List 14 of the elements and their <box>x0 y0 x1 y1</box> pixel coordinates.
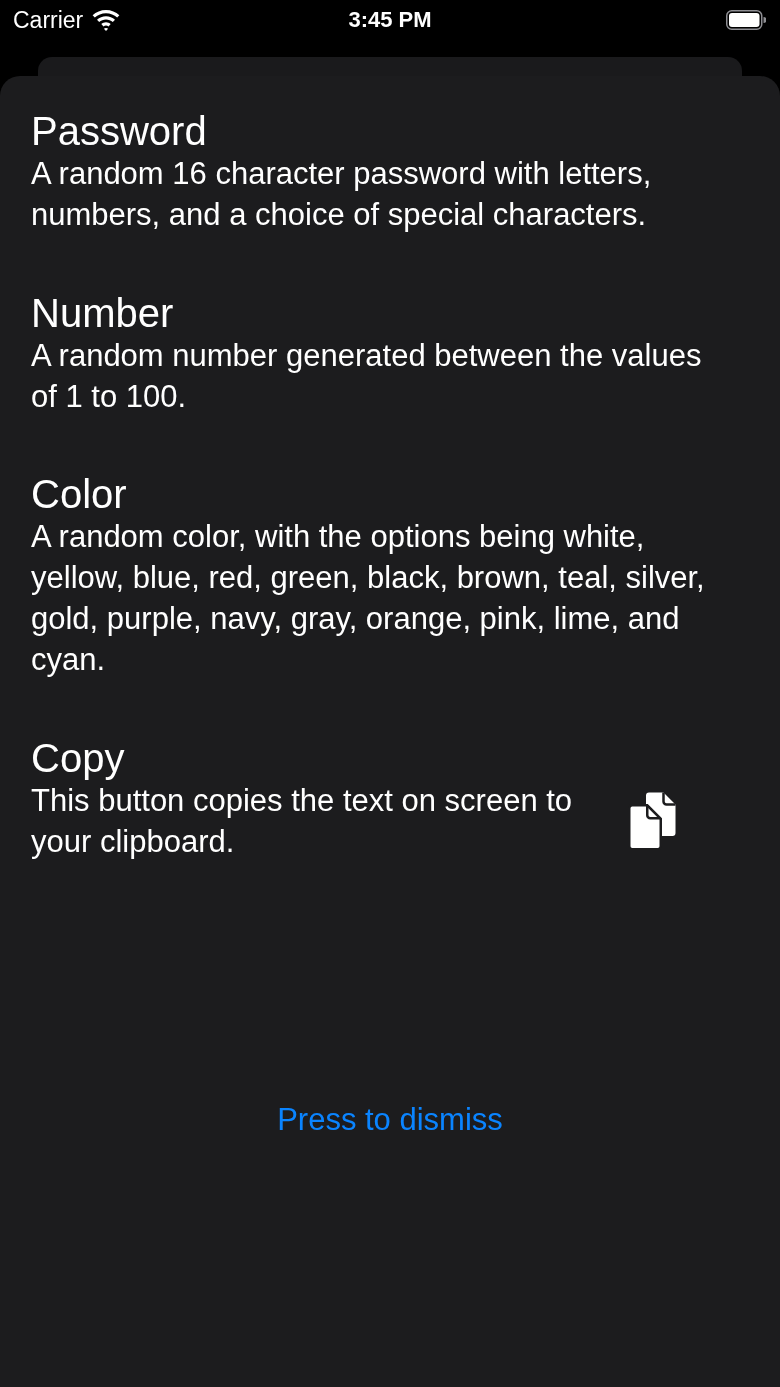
dismiss-button[interactable]: Press to dismiss <box>277 1099 503 1140</box>
section-description: A random 16 character password with letters, numbers, and a choice of special characters. <box>31 155 653 234</box>
section-description: A random color, with the options being white, yellow, blue, red, green, black, brown, teal, silver, gold, purple, navy, gray, orange, pink, lime, and cyan. <box>31 518 706 679</box>
section-title: Number <box>31 290 175 335</box>
clock-time: 3:45 PM <box>348 6 432 34</box>
section-title: Password <box>31 109 208 153</box>
section-description: This button copies the text on screen to your clipboard. <box>31 781 574 861</box>
section-title: Color <box>31 472 128 516</box>
wifi-icon <box>92 9 121 31</box>
carrier-label: Carrier <box>13 6 84 34</box>
copy-icon <box>628 791 676 850</box>
section-description: A random number generated between the values of 1 to 100. <box>31 336 703 416</box>
battery-icon <box>726 10 766 30</box>
section-title: Copy <box>31 735 126 780</box>
